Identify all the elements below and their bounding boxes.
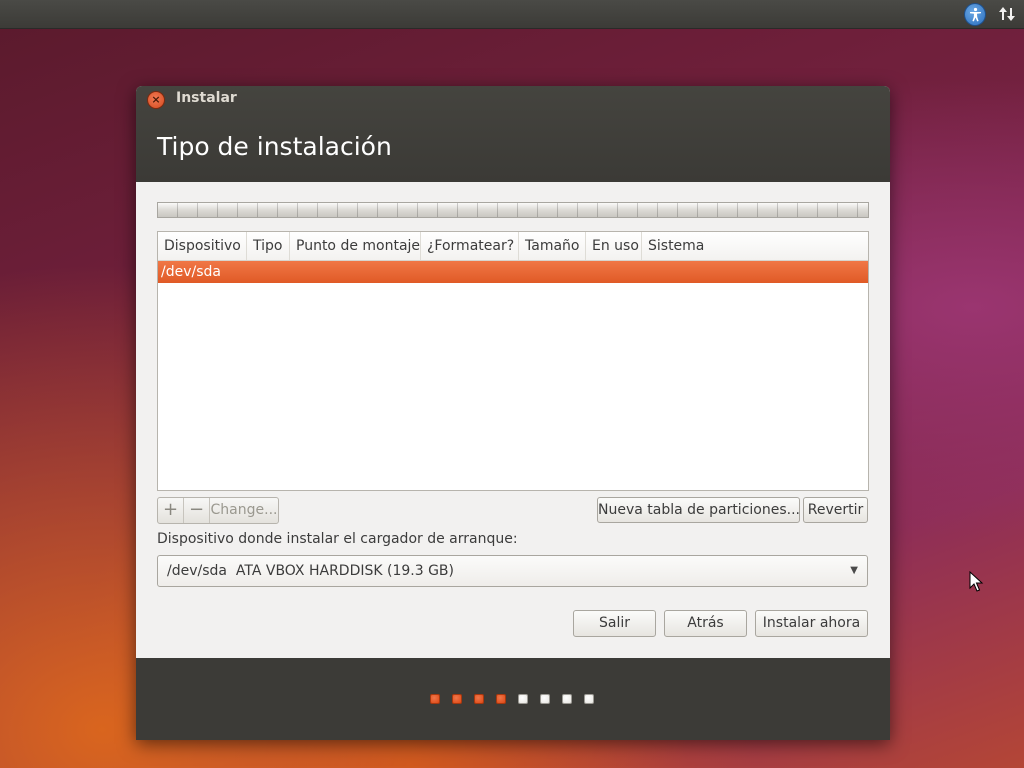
- step-dot-pending: [540, 694, 550, 704]
- step-indicator: [430, 694, 594, 704]
- column-header-format[interactable]: ¿Formatear?: [421, 232, 519, 260]
- revert-button[interactable]: Revertir: [803, 497, 868, 523]
- partition-toolbar: + − Change...: [157, 497, 279, 524]
- back-button[interactable]: Atrás: [664, 610, 747, 637]
- step-dot-completed: [430, 694, 440, 704]
- close-icon[interactable]: ×: [147, 91, 165, 109]
- up-down-arrows-icon: [999, 7, 1015, 21]
- partition-map-bar: [157, 202, 869, 218]
- mouse-cursor-icon: [969, 571, 984, 592]
- column-header-size[interactable]: Tamaño: [519, 232, 586, 260]
- titlebar: × Instalar Tipo de instalación: [136, 86, 890, 182]
- column-header-device[interactable]: Dispositivo: [158, 232, 247, 260]
- column-header-mount-point[interactable]: Punto de montaje: [290, 232, 421, 260]
- column-header-type[interactable]: Tipo: [247, 232, 290, 260]
- chevron-down-icon: ▼: [850, 565, 858, 576]
- table-row[interactable]: /dev/sda: [158, 261, 868, 283]
- step-dot-completed: [496, 694, 506, 704]
- person-icon: [969, 7, 981, 21]
- quit-button[interactable]: Salir: [573, 610, 656, 637]
- network-arrows-icon[interactable]: [996, 3, 1018, 25]
- page-title: Tipo de instalación: [157, 132, 392, 161]
- new-partition-table-button[interactable]: Nueva tabla de particiones...: [597, 497, 800, 523]
- step-dot-completed: [474, 694, 484, 704]
- remove-partition-button[interactable]: −: [184, 498, 210, 523]
- change-partition-button[interactable]: Change...: [210, 498, 278, 523]
- bootloader-device-select[interactable]: /dev/sda ATA VBOX HARDDISK (19.3 GB) ▼: [157, 555, 868, 587]
- installer-window: × Instalar Tipo de instalación Dispositi…: [136, 86, 890, 740]
- bootloader-label: Dispositivo donde instalar el cargador d…: [157, 531, 518, 547]
- step-dot-completed: [452, 694, 462, 704]
- accessibility-icon[interactable]: [964, 2, 986, 26]
- step-dot-pending: [562, 694, 572, 704]
- step-dot-pending: [518, 694, 528, 704]
- bootloader-device-value: /dev/sda ATA VBOX HARDDISK (19.3 GB): [167, 563, 454, 579]
- install-now-button[interactable]: Instalar ahora: [755, 610, 868, 637]
- accessibility-icon-circle: [964, 2, 986, 26]
- add-partition-button[interactable]: +: [158, 498, 184, 523]
- step-dot-pending: [584, 694, 594, 704]
- window-title: Instalar: [176, 90, 237, 106]
- table-header: Dispositivo Tipo Punto de montaje ¿Forma…: [158, 232, 868, 261]
- column-header-in-use[interactable]: En uso: [586, 232, 642, 260]
- step-footer: [136, 658, 890, 740]
- partition-table[interactable]: Dispositivo Tipo Punto de montaje ¿Forma…: [157, 231, 869, 491]
- column-header-system[interactable]: Sistema: [642, 232, 868, 260]
- top-panel: [0, 0, 1024, 29]
